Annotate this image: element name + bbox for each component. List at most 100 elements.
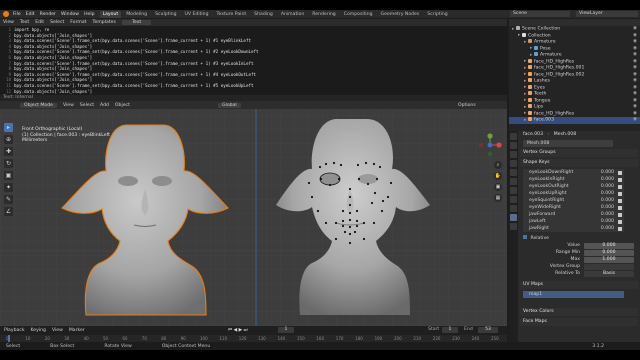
face-maps-panel-header[interactable]: Face Maps bbox=[520, 318, 638, 326]
shape-key-mute-checkbox[interactable] bbox=[618, 198, 622, 203]
range-min-field[interactable]: 0.000 bbox=[584, 249, 634, 256]
shape-key-value[interactable]: 0.000 bbox=[601, 197, 614, 204]
cursor-tool-icon[interactable]: ⊕ bbox=[4, 135, 13, 144]
end-frame-field[interactable]: 53 bbox=[478, 327, 498, 333]
workspace-tab-sculpting[interactable]: Sculpting bbox=[152, 11, 179, 18]
code-line[interactable]: import bpy, re bbox=[14, 27, 49, 32]
shape-key-mute-checkbox[interactable] bbox=[618, 212, 622, 217]
world-tab-icon[interactable] bbox=[510, 178, 517, 185]
shape-key-item[interactable]: eyeLookOutRight 0.000 bbox=[523, 183, 624, 190]
scene-tab-icon[interactable] bbox=[510, 169, 517, 176]
text-editor-menu-select[interactable]: Select bbox=[50, 20, 64, 25]
rotate-tool-icon[interactable]: ↻ bbox=[4, 159, 13, 168]
code-line[interactable]: bpy.data.objects['Join_shapes'] bbox=[14, 55, 92, 60]
pan-hand-icon[interactable]: ✋ bbox=[494, 172, 502, 180]
shape-key-value[interactable]: 0.000 bbox=[601, 211, 614, 218]
viewport-menu-object[interactable]: Object bbox=[115, 103, 130, 108]
shape-key-value[interactable]: 0.000 bbox=[601, 169, 614, 176]
shape-key-value[interactable]: 0.000 bbox=[601, 218, 614, 225]
vertex-groups-panel-header[interactable]: Vertex Groups bbox=[520, 149, 638, 157]
blender-logo-icon[interactable] bbox=[3, 11, 9, 17]
code-line[interactable]: bpy.data.scenes['Scene'].frame_set(bpy.d… bbox=[14, 72, 256, 77]
menu-file[interactable]: File bbox=[13, 12, 21, 17]
timeline-menu-marker[interactable]: Marker bbox=[69, 328, 85, 333]
timeline-menu-view[interactable]: View bbox=[52, 328, 63, 333]
workspace-tab-layout[interactable]: Layout bbox=[99, 10, 122, 18]
playback-controls-icon[interactable]: ⏮ ◀ ▶ ⏭ bbox=[228, 327, 248, 333]
shape-key-mute-checkbox[interactable] bbox=[618, 177, 622, 182]
menu-render[interactable]: Render bbox=[40, 12, 56, 17]
shape-key-value[interactable]: 0.000 bbox=[601, 204, 614, 211]
code-line[interactable]: bpy.data.objects['Join_shapes'] bbox=[14, 66, 92, 71]
viewport-menu-add[interactable]: Add bbox=[100, 103, 109, 108]
code-line[interactable]: bpy.data.scenes['Scene'].frame_set(bpy.d… bbox=[14, 83, 254, 88]
text-editor-menu-format[interactable]: Format bbox=[70, 20, 86, 25]
camera-view-icon[interactable]: ▣ bbox=[494, 183, 502, 191]
max-field[interactable]: 1.000 bbox=[584, 256, 634, 263]
workspace-tab-modeling[interactable]: Modeling bbox=[123, 11, 150, 18]
view-layer-selector[interactable]: ViewLayer bbox=[576, 11, 638, 17]
mesh-datablock-field[interactable]: Mesh.008 bbox=[523, 140, 613, 147]
object-tab-icon[interactable] bbox=[510, 187, 517, 194]
current-frame-field[interactable]: 1 bbox=[278, 327, 294, 333]
shape-keys-panel-header[interactable]: Shape Keys bbox=[520, 159, 638, 167]
output-tab-icon[interactable] bbox=[510, 151, 517, 158]
shape-key-item[interactable]: eyeLookInRight 0.000 bbox=[523, 176, 624, 183]
text-editor-menu-edit[interactable]: Edit bbox=[35, 20, 44, 25]
move-tool-icon[interactable]: ✚ bbox=[4, 147, 13, 156]
relative-to-field[interactable]: Basis bbox=[584, 270, 634, 277]
code-line[interactable]: bpy.data.objects['Join_shapes'] bbox=[14, 89, 92, 94]
perspective-grid-icon[interactable]: ▦ bbox=[494, 194, 502, 202]
uv-maps-panel-header[interactable]: UV Maps bbox=[520, 281, 638, 289]
render-tab-icon[interactable] bbox=[510, 142, 517, 149]
code-line[interactable]: bpy.data.scenes['Scene'].frame_set(bpy.d… bbox=[14, 49, 259, 54]
shape-key-value[interactable]: 0.000 bbox=[601, 190, 614, 197]
code-line[interactable]: bpy.data.objects['Join_shapes'] bbox=[14, 33, 92, 38]
menu-window[interactable]: Window bbox=[61, 12, 79, 17]
workspace-tab-uv-editing[interactable]: UV Editing bbox=[182, 11, 212, 18]
vertex-colors-panel-header[interactable]: Vertex Colors bbox=[520, 308, 638, 316]
shape-key-item[interactable]: jawRight 0.000 bbox=[523, 225, 624, 232]
value-field[interactable]: 0.000 bbox=[584, 242, 634, 249]
viewport-menu-view[interactable]: View bbox=[63, 103, 74, 108]
code-line[interactable]: bpy.data.scenes['Scene'].frame_set(bpy.d… bbox=[14, 61, 254, 66]
transform-orientation-selector[interactable]: Global bbox=[218, 102, 241, 108]
viewport-options-button[interactable]: Options bbox=[458, 103, 476, 108]
shape-key-item[interactable]: jawForward 0.000 bbox=[523, 211, 624, 218]
visibility-eye-icon[interactable]: ◉ bbox=[633, 117, 637, 124]
tool-tab-icon[interactable] bbox=[510, 133, 517, 140]
code-area[interactable]: 1 import bpy, re 2 bpy.data.objects['Join_s… bbox=[0, 26, 507, 95]
relative-checkbox[interactable] bbox=[523, 235, 527, 239]
text-datablock-selector[interactable]: Text bbox=[121, 20, 152, 25]
scene-selector[interactable]: Scene bbox=[510, 11, 570, 17]
code-line[interactable]: bpy.data.objects['Join_shapes'] bbox=[14, 44, 92, 49]
modifier-tab-icon[interactable] bbox=[510, 196, 517, 203]
shape-key-item[interactable]: eyeLookUpRight 0.000 bbox=[523, 190, 624, 197]
workspace-tab-shading[interactable]: Shading bbox=[251, 11, 276, 18]
select-tool-icon[interactable]: ▸ bbox=[4, 123, 13, 132]
mesh-data-tab-icon[interactable] bbox=[510, 214, 517, 221]
timeline-menu-keying[interactable]: Keying bbox=[31, 328, 46, 333]
menu-edit[interactable]: Edit bbox=[26, 12, 35, 17]
outliner-row[interactable]: ▸ face.003 ◉ bbox=[509, 117, 640, 124]
annotate-tool-icon[interactable]: ✎ bbox=[4, 195, 13, 204]
code-line[interactable]: bpy.data.scenes['Scene'].frame_set(bpy.d… bbox=[14, 38, 251, 43]
measure-tool-icon[interactable]: ∠ bbox=[4, 207, 13, 216]
uv-map-item[interactable]: map1 bbox=[523, 291, 624, 298]
shape-key-value[interactable]: 0.000 bbox=[601, 176, 614, 183]
workspace-tab-animation[interactable]: Animation bbox=[278, 11, 307, 18]
shape-key-item[interactable]: jawLeft 0.000 bbox=[523, 218, 624, 225]
shape-key-mute-checkbox[interactable] bbox=[618, 184, 622, 189]
zoom-icon[interactable]: ⌕ bbox=[494, 161, 502, 169]
shape-key-mute-checkbox[interactable] bbox=[618, 219, 622, 224]
shape-key-mute-checkbox[interactable] bbox=[618, 170, 622, 175]
text-editor-menu-view[interactable]: View bbox=[3, 20, 14, 25]
text-editor-menu-templates[interactable]: Templates bbox=[92, 20, 115, 25]
shape-key-item[interactable]: eyeWideRight 0.000 bbox=[523, 204, 624, 211]
mode-selector[interactable]: Object Mode bbox=[20, 102, 57, 108]
shape-key-value[interactable]: 0.000 bbox=[601, 183, 614, 190]
shape-key-mute-checkbox[interactable] bbox=[618, 205, 622, 210]
shape-key-item[interactable]: eyeSquintRight 0.000 bbox=[523, 197, 624, 204]
shape-key-item[interactable]: eyeLookDownRight 0.000 bbox=[523, 169, 624, 176]
start-frame-field[interactable]: 1 bbox=[442, 327, 458, 333]
